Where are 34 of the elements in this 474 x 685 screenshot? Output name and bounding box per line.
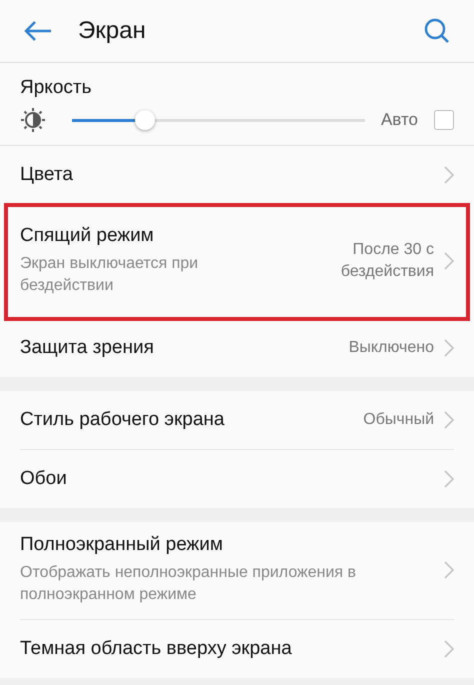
setting-value: Выключено xyxy=(348,338,434,358)
setting-title: Спящий режим xyxy=(20,225,155,247)
auto-label: Авто xyxy=(380,110,418,130)
setting-title: Обои xyxy=(20,468,68,490)
settings-row[interactable]: Темная область вверху экрана xyxy=(20,620,454,678)
chevron-icon xyxy=(444,470,454,488)
back-icon[interactable] xyxy=(24,21,52,41)
chevron-icon xyxy=(444,338,454,357)
setting-description: Экран выключается при бездействии xyxy=(20,254,200,296)
chevron-icon xyxy=(444,166,454,184)
settings-row[interactable]: Обои xyxy=(20,450,454,508)
slider-thumb[interactable] xyxy=(135,110,156,130)
setting-title: Темная область вверху экрана xyxy=(20,638,293,660)
brightness-label: Яркость xyxy=(20,77,92,98)
sun-icon xyxy=(20,107,46,133)
screen-title: Экран xyxy=(78,17,147,45)
chevron-icon xyxy=(444,410,454,429)
setting-description: Отображать неполноэкранные приложения в полноэкранном режиме xyxy=(20,562,358,606)
setting-title: Цвета xyxy=(20,164,74,186)
setting-value: Обычный xyxy=(363,410,434,430)
setting-title: Защита зрения xyxy=(20,336,155,359)
chevron-icon xyxy=(444,252,454,270)
chevron-icon xyxy=(444,561,454,580)
settings-row[interactable]: Цвета xyxy=(20,146,454,205)
settings-row[interactable]: Полноэкранный режим Отображать неполноэкранные приложения в полноэкранном режиме xyxy=(20,522,454,620)
setting-title: Стиль рабочего экрана xyxy=(20,408,226,431)
settings-row[interactable]: Стиль рабочего экрана Обычный xyxy=(20,390,454,450)
chevron-icon xyxy=(444,640,454,658)
search-icon[interactable] xyxy=(424,18,450,44)
settings-row[interactable]: Защита зрения Выключено xyxy=(20,318,454,377)
setting-title: Полноэкранный режим xyxy=(20,534,224,556)
auto-checkbox[interactable] xyxy=(434,110,454,130)
setting-value: После 30 с бездействия xyxy=(340,240,434,282)
settings-row[interactable]: Спящий режим Экран выключается при бездействии После 30 с бездействия xyxy=(6,205,468,319)
